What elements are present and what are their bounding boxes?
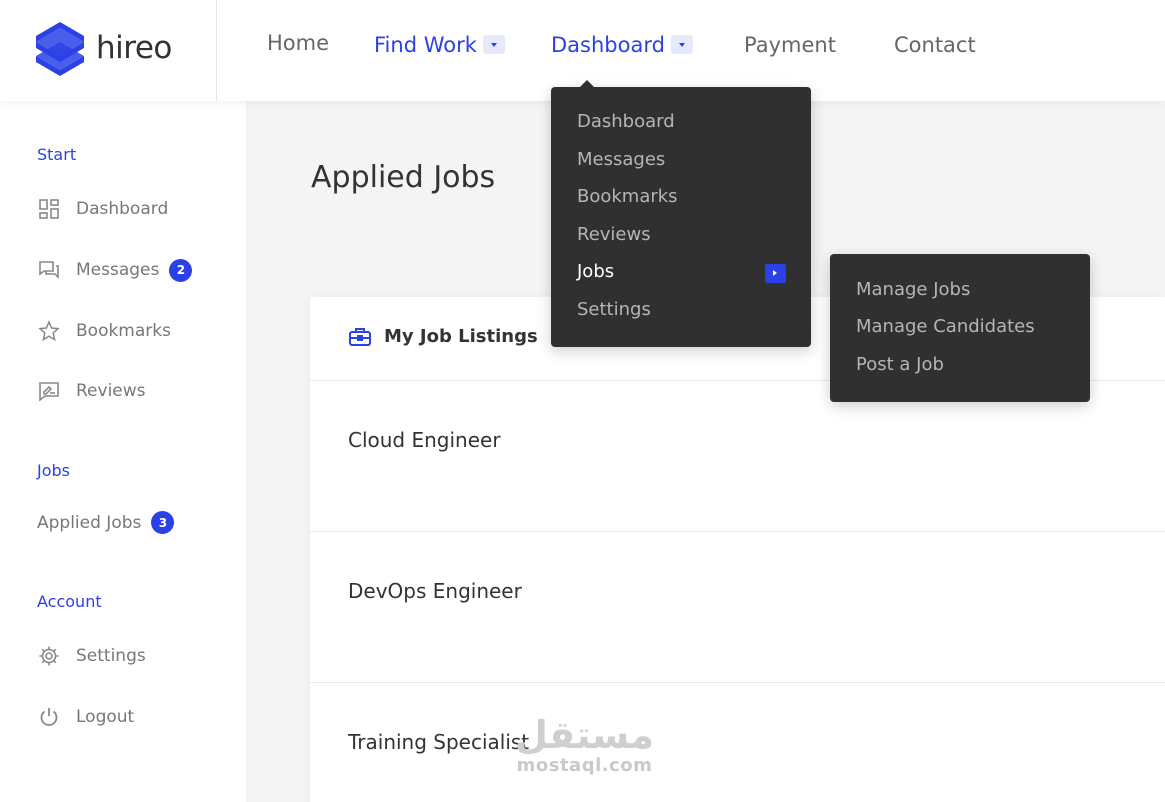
menu-item-messages[interactable]: Messages [577,149,665,170]
chevron-down-icon[interactable] [482,34,505,54]
sidebar-item-label: Reviews [76,381,146,401]
nav-home-label: Home [267,31,330,55]
sidebar-item-dashboard[interactable]: Dashboard [37,197,168,221]
power-icon [37,705,61,729]
nav-find-work-label: Find Work [374,33,477,57]
sidebar-item-logout[interactable]: Logout [37,705,134,729]
dashboard-icon [37,197,61,221]
sidebar: Start Dashboard Messages 2 Bookmarks Rev… [0,101,247,802]
messages-icon [37,258,61,282]
hireo-logo-icon [36,22,84,76]
jobs-submenu: Manage Jobs Manage Candidates Post a Job [830,254,1090,402]
page-title: Applied Jobs [311,160,496,195]
job-title[interactable]: DevOps Engineer [348,579,522,603]
nav-contact-label: Contact [894,33,976,57]
nav-dashboard[interactable]: Dashboard [551,33,693,57]
sidebar-item-applied-jobs[interactable]: Applied Jobs 3 [37,511,175,534]
job-title[interactable]: Cloud Engineer [348,428,501,452]
sidebar-item-label: Applied Jobs [37,512,142,533]
gear-icon [37,644,61,668]
chevron-down-icon[interactable] [670,34,693,54]
nav-contact[interactable]: Contact [894,33,976,57]
card-title: My Job Listings [384,326,538,347]
nav-find-work[interactable]: Find Work [374,33,505,57]
brand-name: hireo [96,30,172,66]
job-row: Cloud Engineer [310,381,1165,532]
nav-payment[interactable]: Payment [744,33,836,57]
chevron-right-icon[interactable] [765,264,786,283]
menu-item-bookmarks[interactable]: Bookmarks [577,186,678,207]
job-row: Training Specialist [310,683,1165,802]
menu-item-settings[interactable]: Settings [577,299,651,320]
submenu-item-post-a-job[interactable]: Post a Job [856,354,944,375]
nav-payment-label: Payment [744,33,836,57]
sidebar-heading-jobs: Jobs [37,461,70,480]
sidebar-item-label: Bookmarks [76,321,171,341]
menu-item-dashboard[interactable]: Dashboard [577,111,675,132]
watermark: مستقل mostaql.com [512,715,657,776]
dashboard-dropdown-menu: Dashboard Messages Bookmarks Reviews Job… [551,80,811,347]
logo[interactable]: hireo [0,0,217,101]
sidebar-heading-account: Account [37,592,102,611]
applied-count-badge: 3 [151,511,175,534]
sidebar-heading-start: Start [37,145,77,164]
job-row: DevOps Engineer [310,532,1165,683]
sidebar-item-bookmarks[interactable]: Bookmarks [37,319,171,343]
star-icon [37,319,61,343]
reviews-icon [37,379,61,403]
briefcase-icon [348,326,372,352]
sidebar-item-settings[interactable]: Settings [37,644,146,668]
watermark-latin: mostaql.com [516,755,653,776]
menu-item-jobs[interactable]: Jobs [577,261,614,282]
submenu-item-manage-candidates[interactable]: Manage Candidates [856,316,1035,337]
watermark-arabic: مستقل [515,713,654,757]
menu-item-reviews[interactable]: Reviews [577,224,651,245]
sidebar-item-messages[interactable]: Messages 2 [37,258,193,282]
job-title[interactable]: Training Specialist [348,730,529,754]
nav-home[interactable]: Home [267,31,329,55]
sidebar-item-label: Messages [76,260,160,280]
sidebar-item-reviews[interactable]: Reviews [37,379,146,403]
unread-count-badge: 2 [169,258,193,282]
sidebar-item-label: Logout [76,707,135,727]
submenu-item-manage-jobs[interactable]: Manage Jobs [856,279,970,300]
nav-dashboard-label: Dashboard [551,33,665,57]
sidebar-item-label: Settings [76,646,146,666]
sidebar-item-label: Dashboard [76,199,169,219]
